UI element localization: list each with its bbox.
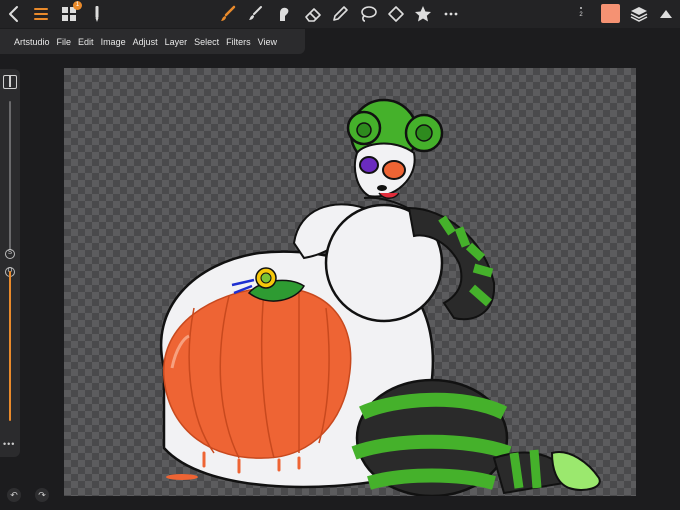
menu-select[interactable]: Select (194, 37, 219, 47)
gallery-grid-icon[interactable]: 1 (58, 1, 82, 25)
color-swatch[interactable] (601, 4, 620, 23)
lasso-icon[interactable] (357, 3, 379, 25)
menu-bar: Artstudio File Edit Image Adjust Layer S… (0, 29, 305, 54)
brush-size-value: 2 (579, 12, 583, 18)
paintbrush-icon[interactable] (244, 3, 266, 25)
menu-view[interactable]: View (258, 37, 277, 47)
eraser-icon[interactable] (302, 3, 324, 25)
gallery-badge: 1 (73, 1, 82, 10)
layers-icon[interactable] (628, 3, 650, 25)
menu-artstudio[interactable]: Artstudio (14, 37, 50, 47)
menu-image[interactable]: Image (101, 37, 126, 47)
brush-icon[interactable] (217, 3, 239, 25)
drawing-canvas[interactable] (64, 68, 636, 496)
fill-bucket-icon[interactable] (385, 3, 407, 25)
menu-filters[interactable]: Filters (226, 37, 251, 47)
side-slider-panel: S O ••• (0, 69, 20, 457)
menu-edit[interactable]: Edit (78, 37, 94, 47)
redo-button[interactable]: ↷ (35, 488, 49, 502)
menu-file[interactable]: File (57, 37, 72, 47)
opacity-slider-track[interactable] (9, 271, 11, 421)
size-slider-knob[interactable]: S (5, 249, 15, 259)
collapse-up-icon[interactable] (655, 3, 677, 25)
more-icon[interactable] (440, 3, 462, 25)
artwork (159, 98, 601, 496)
panel-more-button[interactable]: ••• (3, 439, 15, 449)
hamburger-menu-icon[interactable] (30, 3, 52, 25)
back-chevron-icon[interactable] (3, 3, 25, 25)
menu-adjust[interactable]: Adjust (133, 37, 158, 47)
eyedropper-icon[interactable] (329, 3, 351, 25)
undo-button[interactable]: ↶ (7, 488, 21, 502)
star-icon[interactable] (412, 3, 434, 25)
menu-layer[interactable]: Layer (165, 37, 188, 47)
pencil-icon[interactable] (86, 3, 108, 25)
size-slider-track[interactable] (9, 101, 11, 251)
smudge-icon[interactable] (273, 3, 295, 25)
top-toolbar: 1 2 (0, 0, 680, 28)
artstudio-app: 1 2 Artstudio File Edit Image Adjust Lay… (0, 0, 680, 510)
brush-size-dot (580, 7, 582, 9)
brush-size-indicator[interactable]: 2 (574, 4, 588, 26)
panel-toggle-icon[interactable] (3, 75, 17, 89)
